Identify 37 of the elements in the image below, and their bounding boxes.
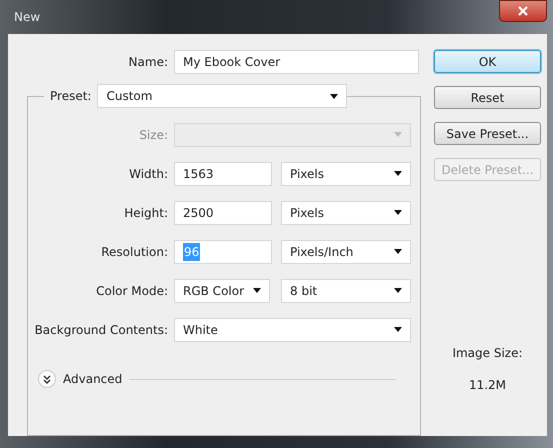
- dialog-button[interactable]: Save Preset...: [434, 122, 541, 145]
- dropdown[interactable]: Custom: [97, 84, 348, 108]
- field-label: Color Mode:: [95, 282, 169, 300]
- close-button[interactable]: [499, 0, 547, 22]
- field-label: Name:: [128, 54, 169, 70]
- chevron-icon: [43, 374, 51, 384]
- expand-button[interactable]: [38, 370, 56, 388]
- caret-icon: [394, 327, 402, 332]
- field-label: Preset:: [44, 87, 98, 105]
- dropdown[interactable]: 8 bit: [281, 278, 411, 302]
- image-size-label: Image Size:: [452, 345, 523, 362]
- dropdown[interactable]: RGB Color: [174, 278, 270, 302]
- dropdown[interactable]: Pixels: [281, 200, 411, 224]
- dialog-button[interactable]: Reset: [434, 86, 541, 109]
- image-size-value: 11.2M: [468, 377, 508, 394]
- caret-icon: [394, 210, 402, 215]
- field-label: Resolution:: [100, 244, 169, 260]
- name-field[interactable]: My Ebook Cover: [174, 50, 419, 74]
- caret-icon: [394, 288, 402, 293]
- window-title: New: [14, 9, 40, 26]
- field-label: Width:: [128, 166, 169, 182]
- caret-icon: [394, 249, 402, 254]
- field-label: Height:: [123, 204, 169, 222]
- number-field[interactable]: 1563: [174, 162, 272, 186]
- caret-icon: [330, 94, 338, 98]
- close-icon: [518, 6, 528, 16]
- caret-icon: [394, 132, 402, 137]
- dropdown[interactable]: Pixels: [281, 162, 411, 186]
- caret-icon: [394, 171, 402, 176]
- dropdown[interactable]: White: [174, 318, 411, 342]
- section-label: Advanced: [63, 371, 122, 388]
- field-label: Size:: [138, 126, 169, 144]
- dialog-button[interactable]: OK: [434, 50, 541, 73]
- dropdown[interactable]: Pixels/Inch: [281, 240, 411, 264]
- number-field[interactable]: 2500: [174, 200, 272, 224]
- field-label: Background Contents:: [34, 322, 169, 338]
- caret-icon: [253, 288, 261, 293]
